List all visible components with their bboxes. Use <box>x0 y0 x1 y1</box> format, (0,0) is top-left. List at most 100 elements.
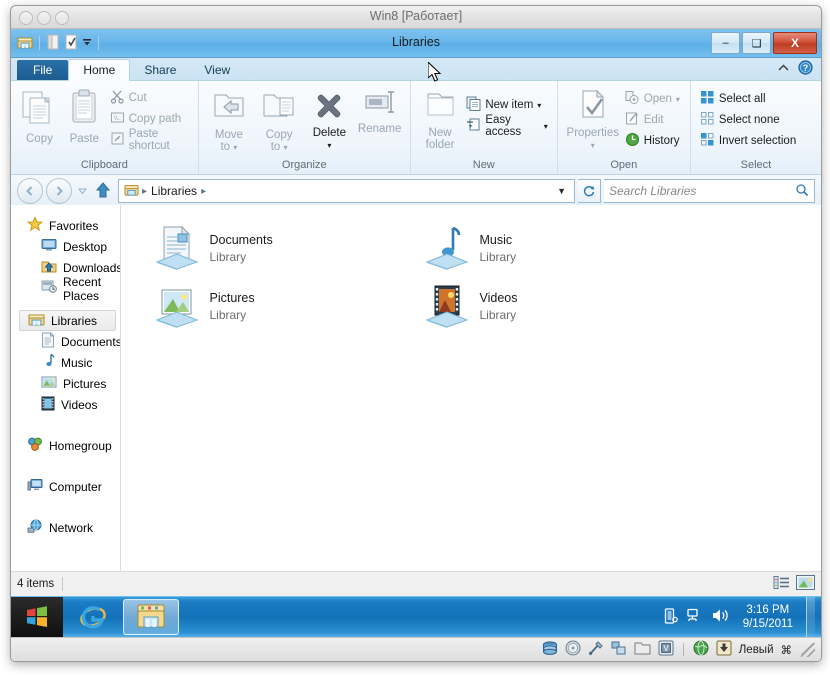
tab-home[interactable]: Home <box>68 59 131 81</box>
close-button[interactable]: X <box>773 32 817 54</box>
tab-share[interactable]: Share <box>130 60 190 80</box>
rename-button[interactable]: Rename <box>356 84 404 135</box>
resize-grip[interactable] <box>801 642 815 657</box>
sidebar-label: Recent Places <box>63 274 102 303</box>
easy-access-dropdown-icon[interactable]: ▾ <box>544 122 548 131</box>
show-desktop-button[interactable] <box>806 597 815 637</box>
display-icon[interactable]: V <box>658 640 674 659</box>
select-small-commands: Select all Select none Invert selection <box>697 84 799 150</box>
recent-locations-dropdown-icon[interactable] <box>77 184 88 198</box>
sidebar-label: Libraries <box>51 313 98 328</box>
new-item-dropdown-icon[interactable]: ▾ <box>537 101 541 110</box>
address-bar[interactable]: ▸ Libraries ▸ ▼ <box>118 179 575 203</box>
help-icon[interactable]: ? <box>798 60 813 78</box>
new-item-button[interactable]: New item ▾ <box>463 96 550 114</box>
invert-selection-button[interactable]: Invert selection <box>697 132 799 150</box>
move-to-button[interactable]: Move to ▾ <box>205 84 253 154</box>
copy-button[interactable]: Copy <box>17 84 62 145</box>
sidebar-item-videos[interactable]: Videos <box>11 394 120 415</box>
window-controls: – ❑ X <box>711 32 817 54</box>
copy-path-button[interactable]: \\.. Copy path <box>107 110 192 128</box>
network-icon[interactable] <box>687 608 703 626</box>
chevron-up-icon[interactable] <box>777 62 790 76</box>
properties-button[interactable]: Properties ▾ <box>564 84 622 152</box>
cut-button[interactable]: Cut <box>107 89 192 107</box>
sidebar-item-music[interactable]: Music <box>11 352 120 373</box>
list-item[interactable]: Videos Library <box>403 277 673 335</box>
svg-text:V: V <box>663 644 669 653</box>
taskbar-item-file-explorer[interactable] <box>123 599 179 635</box>
breadcrumb-separator-2[interactable]: ▸ <box>200 186 207 197</box>
list-item-subtitle: Library <box>479 249 517 264</box>
chevron-down-icon[interactable]: ▼ <box>557 186 572 196</box>
search-icon[interactable] <box>795 183 809 200</box>
tab-view[interactable]: View <box>190 60 244 80</box>
breadcrumb-libraries[interactable]: Libraries <box>148 184 200 198</box>
file-list-view[interactable]: Documents Library Music Library Pictures… <box>121 205 821 572</box>
action-center-icon[interactable] <box>663 607 678 627</box>
list-item[interactable]: Music Library <box>403 219 673 277</box>
forward-button[interactable] <box>46 178 72 204</box>
new-folder-button[interactable]: New folder <box>417 84 464 151</box>
sidebar-item-favorites[interactable]: Favorites <box>11 215 120 236</box>
sidebar-item-desktop[interactable]: Desktop <box>11 236 120 257</box>
search-input[interactable]: Search Libraries <box>604 179 815 203</box>
edit-button-label: Edit <box>643 114 664 126</box>
ribbon-tab-strip: File Home Share View ? <box>11 58 821 81</box>
sidebar-item-homegroup[interactable]: Homegroup <box>11 435 120 456</box>
vm-titlebar: Win8 [Работает] <box>11 6 821 29</box>
select-none-button[interactable]: Select none <box>697 111 799 129</box>
ribbon-group-clipboard: Copy Paste Cut \\.. Copy path Paste shor… <box>11 81 198 174</box>
optical-disk-icon[interactable] <box>565 640 581 659</box>
mouse-capture-icon[interactable] <box>716 640 732 659</box>
ribbon-group-open: Properties ▾ Open ▾ Edit History Open <box>556 81 690 174</box>
details-view-icon[interactable] <box>773 575 790 593</box>
sidebar-label: Pictures <box>63 376 107 391</box>
new-item-icon <box>466 96 481 114</box>
list-item[interactable]: Pictures Library <box>133 277 403 335</box>
sidebar-item-network[interactable]: Network <box>11 517 120 538</box>
list-item[interactable]: Documents Library <box>133 219 403 277</box>
up-arrow-icon[interactable] <box>95 181 111 201</box>
open-button[interactable]: Open ▾ <box>622 90 683 108</box>
sidebar-item-pictures[interactable]: Pictures <box>11 373 120 394</box>
select-all-button[interactable]: Select all <box>697 90 799 108</box>
maximize-button[interactable]: ❑ <box>742 32 771 54</box>
ribbon-group-organize: Move to ▾ Copy to ▾ Delete ▾ Rename Orga… <box>197 81 410 174</box>
downloads-icon <box>41 259 57 277</box>
tab-file[interactable]: File <box>17 60 69 80</box>
sidebar-item-documents[interactable]: Documents <box>11 331 120 352</box>
refresh-button[interactable] <box>578 179 601 203</box>
breadcrumb-separator[interactable]: ▸ <box>141 186 148 197</box>
folder-icon[interactable] <box>634 641 651 658</box>
virtualbox-window: Win8 [Работает] Libraries – ❑ X File Hom… <box>10 5 822 662</box>
paste-button[interactable]: Paste <box>62 84 107 145</box>
sidebar-item-libraries[interactable]: Libraries <box>19 310 117 331</box>
history-button[interactable]: History <box>622 132 683 150</box>
start-button[interactable] <box>11 597 63 637</box>
copy-to-button[interactable]: Copy to ▾ <box>255 84 303 154</box>
sidebar-item-recent-places[interactable]: Recent Places <box>11 275 120 303</box>
copy-icon <box>21 88 57 131</box>
harddisk-icon[interactable] <box>542 640 558 659</box>
easy-access-button[interactable]: Easy access ▾ <box>463 114 550 138</box>
new-small-commands: New item ▾ Easy access ▾ <box>463 84 550 138</box>
volume-icon[interactable] <box>712 608 730 626</box>
globe-icon[interactable] <box>693 640 709 659</box>
back-button[interactable] <box>17 178 43 204</box>
minimize-button[interactable]: – <box>711 32 740 54</box>
taskbar-item-internet-explorer[interactable] <box>65 599 121 635</box>
usb-icon[interactable] <box>588 640 604 659</box>
shared-folder-network-icon[interactable] <box>611 640 627 659</box>
music-library-icon <box>41 353 55 372</box>
edit-button[interactable]: Edit <box>622 111 683 129</box>
sidebar-item-computer[interactable]: Computer <box>11 476 120 497</box>
taskbar-clock[interactable]: 3:16 PM 9/15/2011 <box>739 603 797 631</box>
windows-taskbar: 3:16 PM 9/15/2011 <box>11 596 821 637</box>
large-icons-view-icon[interactable] <box>796 575 815 593</box>
paste-shortcut-button[interactable]: Paste shortcut <box>107 128 192 152</box>
open-dropdown-icon[interactable]: ▾ <box>676 95 680 104</box>
internet-explorer-icon <box>78 601 108 634</box>
move-to-icon <box>211 88 247 127</box>
delete-button[interactable]: Delete ▾ <box>305 84 353 152</box>
